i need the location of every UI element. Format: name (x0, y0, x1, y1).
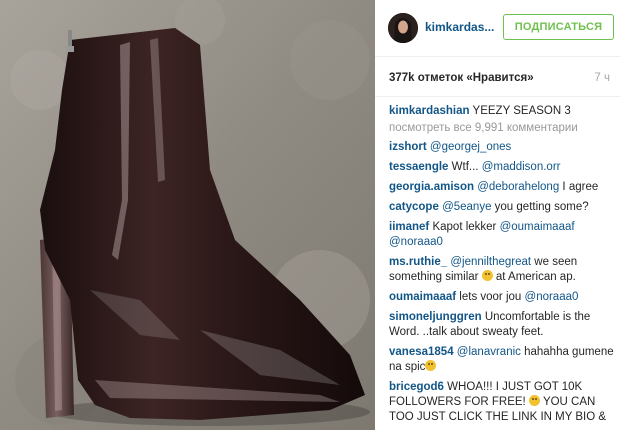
comment: georgia.amison @deborahelong I agree (389, 180, 617, 195)
comment-user[interactable]: simoneljunggren (389, 311, 482, 323)
comment-user[interactable]: ms.ruthie_ (389, 256, 447, 268)
comment-text: YEEZY SEASON 3 (469, 105, 571, 117)
comment-user[interactable]: catycope (389, 201, 439, 213)
post-sidebar: kimkardas... ПОДПИСАТЬСЯ 377k отметок «Н… (375, 0, 620, 430)
comment: iimanef Kapot lekker @oumaimaaaf @noraaa0 (389, 220, 617, 250)
comment-text: at American ap. (492, 271, 576, 283)
comment-mention[interactable]: @noraaa0 (525, 291, 579, 303)
comment-user[interactable]: iimanef (389, 221, 429, 233)
follow-button[interactable]: ПОДПИСАТЬСЯ (503, 14, 614, 40)
comment-user[interactable]: georgia.amison (389, 181, 474, 193)
caption: kimkardashian YEEZY SEASON 3 (389, 104, 617, 119)
comment-text: you getting some? (491, 201, 589, 213)
comment-text: I agree (559, 181, 599, 193)
comment: izshort @georgej_ones (389, 140, 617, 155)
avatar-image (388, 13, 418, 43)
likes-count[interactable]: 377k отметок «Нравится» (389, 72, 534, 84)
comment-mention[interactable]: @georgej_ones (430, 141, 511, 153)
comment-text: Wtf... (448, 161, 482, 173)
boot-image (0, 0, 375, 430)
post-stats: 377k отметок «Нравится» 7 ч (375, 56, 620, 97)
comment: bricegod6 WHOA!!! I JUST GOT 10K FOLLOWE… (389, 380, 617, 425)
comment-mention[interactable]: @deborahelong (477, 181, 559, 193)
comment-user[interactable]: izshort (389, 141, 427, 153)
comments-list: kimkardashian YEEZY SEASON 3 посмотреть … (389, 104, 617, 430)
comment: tessaengle Wtf... @maddison.orr (389, 160, 617, 175)
smiling-emoji-icon (528, 395, 540, 406)
laughing-emoji-icon (425, 360, 437, 371)
view-all-comments-link[interactable]: посмотреть все 9,991 комментарии (389, 121, 617, 136)
comment-mention[interactable]: @maddison.orr (482, 161, 561, 173)
post-username[interactable]: kimkardas... (425, 20, 494, 34)
comment: catycope @5eanye you getting some? (389, 200, 617, 215)
comment: ms.ruthie_ @jennilthegreat we seen somet… (389, 255, 617, 285)
post-header: kimkardas... ПОДПИСАТЬСЯ (375, 0, 620, 57)
post-photo[interactable] (0, 0, 375, 430)
comment-user[interactable]: kimkardashian (389, 105, 470, 117)
comment-user[interactable]: oumaimaaaf (389, 291, 456, 303)
comment-user[interactable]: bricegod6 (389, 381, 444, 393)
comment: vanesa1854 @lanavranic hahahha gumene na… (389, 345, 617, 375)
comment-text: lets voor jou (456, 291, 525, 303)
comment-mention[interactable]: @5eanye (442, 201, 491, 213)
sad-face-emoji-icon (481, 270, 493, 281)
comment: simoneljunggren Uncomfortable is the Wor… (389, 310, 617, 340)
comment-user[interactable]: tessaengle (389, 161, 448, 173)
comment-user[interactable]: vanesa1854 (389, 346, 454, 358)
comment-mention[interactable]: @lanavranic (457, 346, 521, 358)
comment-mention[interactable]: @noraaa0 (389, 236, 443, 248)
post-time: 7 ч (594, 72, 610, 84)
avatar[interactable] (388, 13, 418, 43)
comment-text: Kapot lekker (429, 221, 500, 233)
comment: oumaimaaaf lets voor jou @noraaa0 (389, 290, 617, 305)
comment-mention[interactable]: @jennilthegreat (450, 256, 531, 268)
comment-mention[interactable]: @oumaimaaaf (500, 221, 575, 233)
instagram-post: kimkardas... ПОДПИСАТЬСЯ 377k отметок «Н… (0, 0, 620, 430)
